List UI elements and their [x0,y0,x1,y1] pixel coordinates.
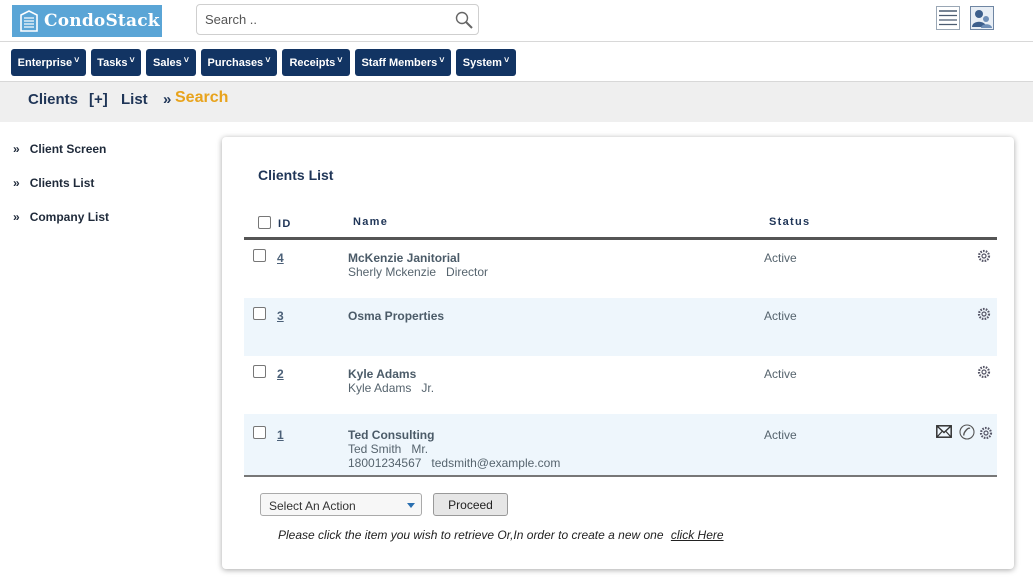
menu-list-icon[interactable] [936,6,960,30]
row-checkbox[interactable] [253,307,266,320]
top-bar: CondoStack [0,0,1033,42]
main-nav: Enterprise ˅ Tasks ˅ Sales ˅ Purchases ˅ Rec… [0,42,1033,82]
row-status: Active [764,309,797,323]
gear-icon[interactable] [977,365,991,379]
row-contact: Sherly Mckenzie Director [348,265,489,279]
logo-text: CondoStack [44,11,160,31]
caret-down-icon: ˅ [129,54,135,65]
caret-down-icon: ˅ [503,54,510,65]
caret-down-icon: ˅ [337,54,343,65]
search-icon[interactable] [454,10,474,30]
phone-icon[interactable] [959,424,975,440]
breadcrumb-clients[interactable]: Clients [28,91,78,108]
row-name[interactable]: Ted Consulting [348,428,434,442]
logo[interactable]: CondoStack [12,5,162,37]
proceed-button[interactable]: Proceed [433,493,508,516]
caret-down-icon: ˅ [439,54,445,65]
breadcrumb-list[interactable]: List [121,91,148,108]
sidebar-item-clients-list[interactable]: » Clients List [13,176,94,190]
search-box [196,4,479,35]
row-contact: Kyle Adams Jr. [348,381,435,395]
dropdown-arrow-icon [407,503,415,508]
row-checkbox[interactable] [253,249,266,262]
building-icon [20,10,38,32]
nav-receipts[interactable]: Receipts ˅ [282,49,350,76]
breadcrumb: Clients [+] List » Search [0,82,1033,122]
breadcrumb-add[interactable]: [+] [89,91,108,108]
row-phone-email: 18001234567 tedsmith@example.com [348,456,561,470]
footer-divider [244,475,997,477]
column-header-name[interactable]: Name [353,216,388,228]
row-checkbox[interactable] [253,426,266,439]
row-name[interactable]: Kyle Adams [348,367,416,381]
nav-tasks[interactable]: Tasks ˅ [91,49,141,76]
row-name[interactable]: McKenzie Janitorial [348,251,460,265]
breadcrumb-search[interactable]: Search [175,89,228,107]
action-select[interactable]: Select An Action [260,493,422,516]
row-id-link[interactable]: 1 [277,428,284,442]
nav-purchases[interactable]: Purchases ˅ [201,49,277,76]
nav-sales[interactable]: Sales ˅ [146,49,196,76]
select-all-checkbox[interactable] [258,216,271,229]
panel-title: Clients List [258,167,334,183]
search-input[interactable] [197,5,437,34]
users-icon[interactable] [970,6,994,30]
row-contact: Ted Smith Mr. [348,442,429,456]
nav-staff-members[interactable]: Staff Members ˅ [355,49,451,76]
table-row[interactable]: 1 Ted Consulting Ted Smith Mr. 180012345… [244,414,997,475]
table-row[interactable]: 3 Osma Properties Active [244,298,997,356]
row-status: Active [764,428,797,442]
breadcrumb-separator: » [163,91,172,108]
column-header-status[interactable]: Status [769,216,810,228]
row-id-link[interactable]: 4 [277,251,284,265]
row-status: Active [764,251,797,265]
row-id-link[interactable]: 2 [277,367,284,381]
nav-enterprise[interactable]: Enterprise ˅ [11,49,86,76]
column-header-id[interactable]: ID [278,218,292,230]
clients-list-panel: Clients List ID Name Status 4 McKenzie J… [222,137,1014,569]
row-id-link[interactable]: 3 [277,309,284,323]
row-name[interactable]: Osma Properties [348,309,444,323]
gear-icon[interactable] [979,426,993,440]
sidebar-item-company-list[interactable]: » Company List [13,210,109,224]
nav-system[interactable]: System ˅ [456,49,516,76]
table-row[interactable]: 4 McKenzie Janitorial Sherly Mckenzie Di… [244,240,997,298]
hint-text: Please click the item you wish to retrie… [278,528,724,542]
caret-down-icon: ˅ [74,54,80,65]
gear-icon[interactable] [977,249,991,263]
sidebar-item-client-screen[interactable]: » Client Screen [13,142,106,156]
email-icon[interactable] [936,425,952,438]
caret-down-icon: ˅ [265,54,271,65]
gear-icon[interactable] [977,307,991,321]
table-row[interactable]: 2 Kyle Adams Kyle Adams Jr. Active [244,356,997,414]
row-status: Active [764,367,797,381]
caret-down-icon: ˅ [183,54,189,65]
row-checkbox[interactable] [253,365,266,378]
create-new-link[interactable]: click Here [671,528,724,542]
